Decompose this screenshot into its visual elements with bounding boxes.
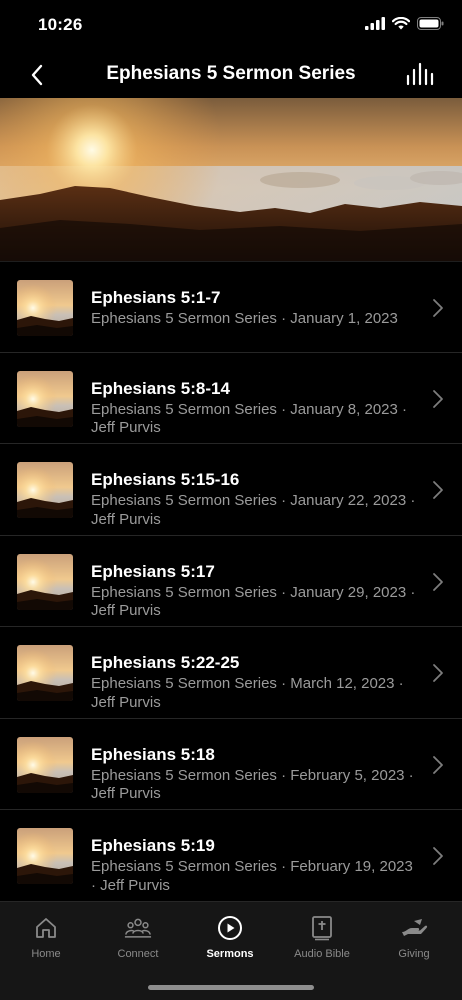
sermon-thumbnail (17, 828, 73, 884)
sermon-row[interactable]: Ephesians 5:19 Ephesians 5 Sermon Series… (0, 810, 462, 902)
sermon-row[interactable]: Ephesians 5:17 Ephesians 5 Sermon Series… (0, 536, 462, 627)
bible-icon (312, 916, 332, 941)
chevron-right-icon (433, 389, 443, 408)
sermon-text: Ephesians 5:18 Ephesians 5 Sermon Series… (91, 745, 419, 804)
tab-label: Home (31, 948, 61, 960)
chevron-right-icon (433, 755, 443, 774)
sermon-text: Ephesians 5:17 Ephesians 5 Sermon Series… (91, 562, 419, 621)
chevron-right-icon (433, 847, 443, 865)
tab-label: Connect (117, 948, 159, 960)
tab-label: Audio Bible (294, 948, 350, 960)
sermon-title: Ephesians 5:18 (91, 744, 215, 764)
sermon-subtitle: Ephesians 5 Sermon Series · January 1, 2… (91, 310, 398, 327)
sermon-row[interactable]: Ephesians 5:22-25 Ephesians 5 Sermon Ser… (0, 627, 462, 719)
sermon-row[interactable]: Ephesians 5:15-16 Ephesians 5 Sermon Ser… (0, 444, 462, 536)
sermon-subtitle: Ephesians 5 Sermon Series · March 12, 20… (91, 675, 404, 711)
tab-connect[interactable]: Connect (92, 914, 184, 964)
sermon-subtitle: Ephesians 5 Sermon Series · January 8, 2… (91, 400, 408, 437)
tab-home[interactable]: Home (0, 914, 92, 964)
signal-icon (365, 17, 385, 30)
sermon-text: Ephesians 5:8-14 Ephesians 5 Sermon Seri… (91, 379, 419, 438)
status-bar: 10:26 (0, 0, 462, 50)
tab-giving[interactable]: Giving (368, 914, 460, 964)
chevron-right-icon (433, 299, 443, 317)
sermon-text: Ephesians 5:1-7 Ephesians 5 Sermon Serie… (91, 288, 419, 329)
chevron-right-icon (433, 481, 443, 499)
series-banner-image (0, 98, 462, 261)
chevron-right-icon (433, 664, 443, 682)
sermon-thumbnail (17, 736, 73, 793)
sermon-subtitle: Ephesians 5 Sermon Series · January 29, … (91, 583, 416, 620)
home-icon (36, 918, 56, 938)
giving-hand-icon (402, 919, 428, 936)
sermon-text: Ephesians 5:22-25 Ephesians 5 Sermon Ser… (91, 653, 419, 712)
battery-icon (417, 17, 444, 30)
tab-label: Giving (398, 948, 430, 960)
sermon-text: Ephesians 5:19 Ephesians 5 Sermon Series… (91, 836, 419, 895)
people-icon (124, 918, 152, 938)
nav-bar: Ephesians 5 Sermon Series (0, 50, 462, 98)
page-title: Ephesians 5 Sermon Series (106, 63, 356, 84)
status-icons (365, 17, 444, 30)
sermon-thumbnail (17, 370, 73, 427)
sermon-subtitle: Ephesians 5 Sermon Series · February 19,… (91, 858, 413, 894)
sermon-subtitle: Ephesians 5 Sermon Series · January 22, … (91, 492, 416, 528)
sermon-thumbnail (17, 462, 73, 518)
sermon-title: Ephesians 5:19 (91, 836, 215, 855)
tab-sermons[interactable]: Sermons (184, 914, 276, 964)
tab-audio-bible[interactable]: Audio Bible (276, 914, 368, 964)
sermon-title: Ephesians 5:17 (91, 561, 215, 581)
sermon-title: Ephesians 5:22-25 (91, 653, 240, 672)
sermon-title: Ephesians 5:8-14 (91, 378, 230, 398)
status-time: 10:26 (38, 15, 83, 34)
sermon-row[interactable]: Ephesians 5:18 Ephesians 5 Sermon Series… (0, 719, 462, 810)
home-indicator (148, 985, 314, 990)
sermon-title: Ephesians 5:15-16 (91, 470, 240, 489)
audio-bars-icon (406, 62, 434, 86)
sermon-list: Ephesians 5:1-7 Ephesians 5 Sermon Serie… (0, 261, 462, 902)
sermon-subtitle: Ephesians 5 Sermon Series · February 5, … (91, 766, 414, 803)
sermon-thumbnail (17, 280, 73, 336)
wifi-icon (392, 17, 410, 30)
chevron-right-icon (433, 572, 443, 591)
sermon-text: Ephesians 5:15-16 Ephesians 5 Sermon Ser… (91, 470, 419, 529)
sermon-title: Ephesians 5:1-7 (91, 288, 221, 307)
tab-label: Sermons (206, 948, 254, 960)
audio-button[interactable] (406, 62, 436, 88)
sermon-thumbnail (17, 553, 73, 610)
sermon-thumbnail (17, 645, 73, 701)
sermon-row[interactable]: Ephesians 5:8-14 Ephesians 5 Sermon Seri… (0, 353, 462, 444)
play-circle-icon (218, 916, 242, 940)
sermon-row[interactable]: Ephesians 5:1-7 Ephesians 5 Sermon Serie… (0, 261, 462, 353)
